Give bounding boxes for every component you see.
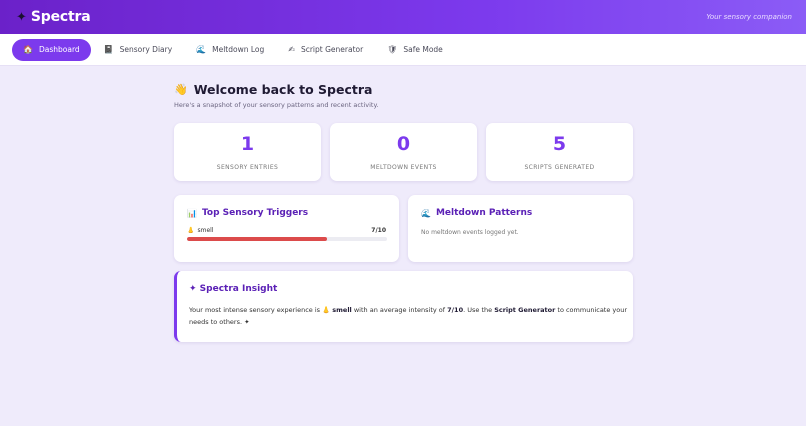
nav-safe-mode[interactable]: 🛡 Safe Mode — [376, 39, 454, 61]
app-header: ✦ Spectra Your sensory companion — [0, 0, 806, 34]
sparkle-logo-icon: ✦ — [16, 9, 27, 25]
nose-icon: 👃 — [322, 306, 331, 314]
dashboard-content: 👋 Welcome back to Spectra Here's a snaps… — [174, 66, 633, 342]
stat-card-sensory-entries: 1 SENSORY ENTRIES — [174, 123, 321, 181]
brand[interactable]: ✦ Spectra — [16, 9, 91, 25]
page-title-text: Welcome back to Spectra — [193, 82, 373, 97]
card-title-text: Meltdown Patterns — [435, 208, 533, 218]
nav-label: Meltdown Log — [212, 45, 265, 54]
nav-meltdown-log[interactable]: 🌊 Meltdown Log — [185, 39, 275, 61]
stat-card-meltdown-events: 0 MELTDOWN EVENTS — [330, 123, 477, 181]
insight-trigger: smell — [332, 306, 352, 314]
page-subtitle: Here's a snapshot of your sensory patter… — [174, 101, 379, 109]
trigger-label: 👃 smell — [187, 227, 213, 234]
notebook-icon: 📓 — [103, 44, 114, 54]
nav-label: Sensory Diary — [119, 45, 173, 54]
spectra-insight-card: ✦ Spectra Insight Your most intense sens… — [174, 271, 633, 342]
nav-label: Script Generator — [300, 45, 364, 54]
stat-value: 0 — [396, 133, 411, 155]
bar-chart-icon: 📊 — [187, 208, 197, 218]
shield-icon: 🛡 — [387, 44, 398, 54]
home-icon: 🏠 — [23, 44, 33, 54]
stat-card-scripts-generated: 5 SCRIPTS GENERATED — [486, 123, 633, 181]
insight-title: ✦ Spectra Insight — [189, 284, 278, 294]
insight-tool-link[interactable]: Script Generator — [494, 306, 555, 314]
trigger-intensity: 7/10 — [371, 227, 386, 234]
app-tagline: Your sensory companion — [706, 13, 792, 21]
stat-label: MELTDOWN EVENTS — [370, 164, 437, 171]
wave-icon: 🌊 — [196, 44, 207, 54]
stat-value: 5 — [552, 133, 567, 155]
cards-row: 📊 Top Sensory Triggers 👃 smell 7/10 🌊 Me… — [174, 195, 633, 262]
insight-text-part: . Use the — [463, 306, 495, 314]
nav-label: Safe Mode — [403, 45, 443, 54]
nav-script-generator[interactable]: ✍ Script Generator — [277, 39, 374, 61]
stat-label: SENSORY ENTRIES — [216, 164, 279, 171]
trigger-bar-track — [187, 237, 387, 241]
writing-hand-icon: ✍ — [288, 44, 295, 54]
page-title: 👋 Welcome back to Spectra — [174, 82, 633, 97]
trigger-bar-fill — [187, 237, 327, 241]
main-nav: 🏠 Dashboard 📓 Sensory Diary 🌊 Meltdown L… — [0, 34, 806, 66]
app-name: Spectra — [30, 9, 91, 25]
insight-text: Your most intense sensory experience is … — [189, 304, 629, 328]
wave-icon: 🌊 — [421, 208, 431, 218]
meltdown-patterns-card: 🌊 Meltdown Patterns No meltdown events l… — [408, 195, 633, 262]
top-triggers-card: 📊 Top Sensory Triggers 👃 smell 7/10 — [174, 195, 399, 262]
nav-sensory-diary[interactable]: 📓 Sensory Diary — [93, 39, 183, 61]
nav-label: Dashboard — [38, 45, 80, 54]
stat-value: 1 — [240, 133, 255, 155]
empty-state-text: No meltdown events logged yet. — [421, 229, 519, 236]
nose-icon: 👃 — [187, 227, 195, 234]
stat-label: SCRIPTS GENERATED — [524, 164, 595, 171]
insight-text-part: with an average intensity of — [351, 306, 448, 314]
insight-text-part: Your most intense sensory experience is — [189, 306, 323, 314]
nav-dashboard[interactable]: 🏠 Dashboard — [12, 38, 91, 61]
trigger-row: 👃 smell 7/10 — [187, 227, 386, 234]
insight-intensity: 7/10 — [447, 306, 464, 314]
card-title-text: Top Sensory Triggers — [201, 208, 309, 218]
card-title: 🌊 Meltdown Patterns — [421, 208, 620, 218]
stats-row: 1 SENSORY ENTRIES 0 MELTDOWN EVENTS 5 SC… — [174, 123, 633, 181]
card-title: 📊 Top Sensory Triggers — [187, 208, 386, 218]
waving-hand-icon: 👋 — [174, 83, 188, 96]
trigger-name: smell — [197, 227, 214, 234]
